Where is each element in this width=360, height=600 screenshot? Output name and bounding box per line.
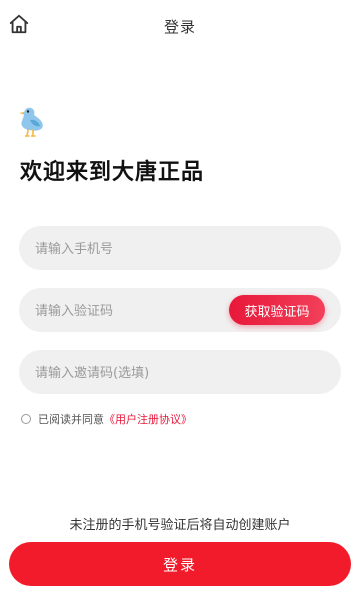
- phone-input[interactable]: [33, 226, 237, 272]
- login-button[interactable]: 登录: [9, 542, 351, 586]
- mascot-logo: [18, 104, 48, 138]
- registration-notice: 未注册的手机号验证后将自动创建账户: [69, 518, 291, 533]
- verification-code-input[interactable]: [33, 288, 237, 334]
- header: 登录: [0, 0, 360, 50]
- invite-field: [19, 350, 341, 396]
- agreement-radio[interactable]: [21, 414, 31, 424]
- bird-mascot-icon: [19, 107, 43, 137]
- phone-field: [19, 226, 341, 272]
- invite-code-input[interactable]: [33, 350, 327, 396]
- agreement-text: 已阅读并同意: [38, 413, 104, 426]
- get-code-button[interactable]: 获取验证码: [229, 295, 325, 325]
- code-field: 获取验证码: [19, 288, 341, 334]
- page-title: 登录: [163, 18, 196, 36]
- user-agreement-link[interactable]: 《用户注册协议》: [104, 411, 192, 427]
- login-page: 登录 欢迎来到大唐正品 获取验证码 已阅读并同意 《用户注册协议》 未注册: [0, 0, 360, 600]
- agreement-row: 已阅读并同意 《用户注册协议》: [21, 411, 192, 427]
- welcome-heading: 欢迎来到大唐正品: [20, 160, 205, 185]
